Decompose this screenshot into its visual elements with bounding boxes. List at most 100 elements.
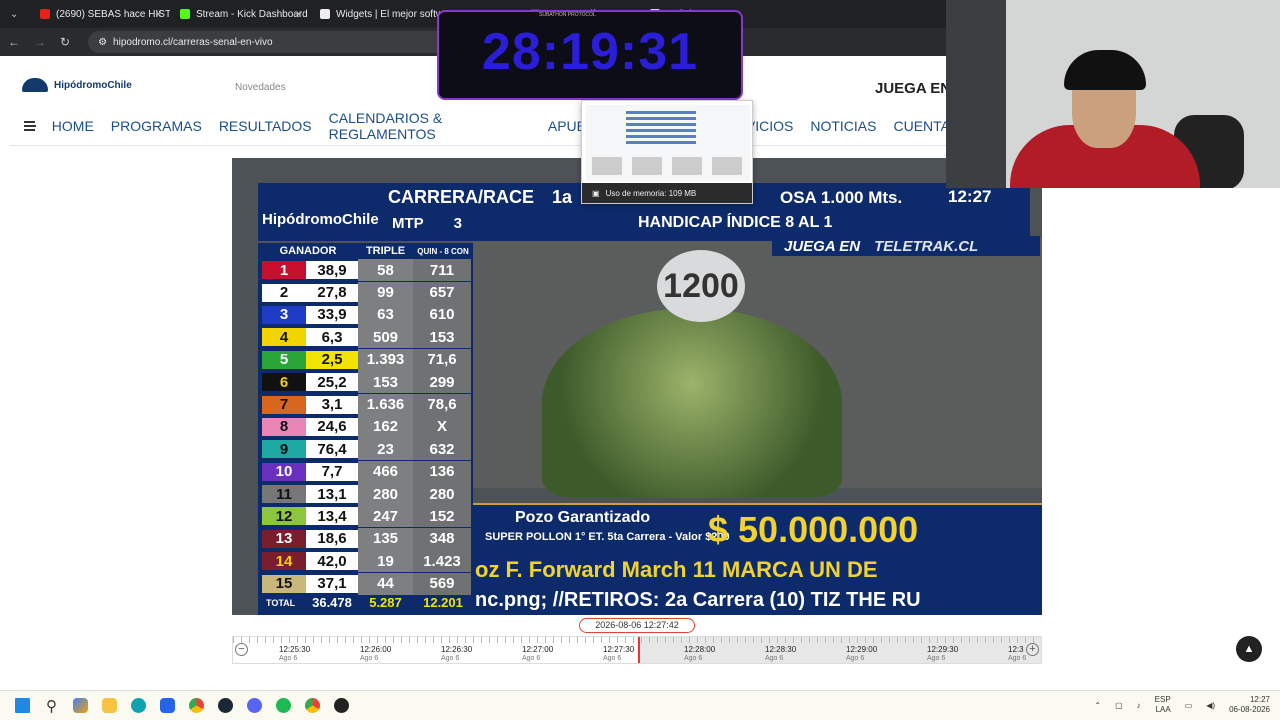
timeline-label: 12:29:30 Ago 6 <box>927 645 958 663</box>
close-tab-icon[interactable]: × <box>155 7 162 21</box>
lang-code: ESP <box>1154 695 1171 704</box>
tab-label: Stream - Kick Dashboard <box>196 8 308 20</box>
horse-number: 14 <box>262 552 306 571</box>
taskbar-clock[interactable]: 12:27 06-08-2026 <box>1229 695 1270 715</box>
site-info-icon[interactable]: ⚙ <box>98 37 107 48</box>
horse-number: 12 <box>262 507 306 526</box>
quinela-value: 610 <box>413 303 471 326</box>
reload-icon[interactable]: ↻ <box>60 35 70 49</box>
steam-icon[interactable] <box>211 696 240 716</box>
language-indicator[interactable]: ESP LAA <box>1155 695 1171 715</box>
menu-icon[interactable] <box>24 121 36 131</box>
chrome-icon[interactable] <box>182 696 211 716</box>
race-distance: OSA 1.000 Mts. <box>780 188 903 207</box>
nav-item-home[interactable]: HOME <box>52 118 94 134</box>
timeline-label: 12:27:00 Ago 6 <box>522 645 553 663</box>
clock-date: 06-08-2026 <box>1229 705 1270 714</box>
main-nav: HOME PROGRAMAS RESULTADOS CALENDARIOS & … <box>10 110 950 142</box>
total-quin: 12.201 <box>423 595 463 611</box>
race-label: CARRERA/RACE <box>388 187 535 207</box>
ganador-odds: 3,1 <box>306 395 358 414</box>
header-ganador: GANADOR <box>279 245 337 257</box>
forward-icon[interactable]: → <box>34 35 46 49</box>
back-icon[interactable]: ← <box>8 35 20 49</box>
memory-icon: ▣ <box>592 188 600 198</box>
playback-timeline[interactable]: − + 12:25:30 Ago 6 12:26:00 Ago 6 12:26:30 Ag… <box>232 636 1042 664</box>
timeline-label: 12:26:30 Ago 6 <box>441 645 472 663</box>
horse-number: 2 <box>262 283 306 302</box>
timeline-time: 12:26:30 <box>441 645 473 654</box>
quinela-value: 657 <box>413 281 471 304</box>
tab-list-icon[interactable]: ⌄ <box>10 9 18 20</box>
odds-row: 12 13,4 247 152 <box>258 505 473 528</box>
ganador-odds: 42,0 <box>306 552 358 571</box>
triple-value: 153 <box>358 371 413 394</box>
odds-row: 6 25,2 153 299 <box>258 371 473 394</box>
timeline-time: 12:28:30 <box>765 645 797 654</box>
thumb-text-block <box>592 157 742 175</box>
discord-icon[interactable] <box>240 696 269 716</box>
file-explorer-icon[interactable] <box>95 696 124 716</box>
total-label: TOTAL <box>266 597 296 608</box>
broadcast-logo: HipódromoChile <box>262 211 379 228</box>
quinela-value: 348 <box>413 527 471 550</box>
site-logo[interactable]: HipódromoChile <box>22 78 132 92</box>
odds-row: 11 13,1 280 280 <box>258 483 473 506</box>
copilot-icon[interactable] <box>66 696 95 716</box>
browser-tab[interactable]: Stream - Kick Dashboard × <box>170 0 310 28</box>
juega-en-banner[interactable]: JUEGA EN <box>875 80 951 97</box>
chrome-active-icon[interactable] <box>298 696 327 716</box>
triple-value: 135 <box>358 527 413 550</box>
horse-number: 6 <box>262 373 306 392</box>
tab-preview-popup: ▣ Uso de memoria: 109 MB <box>581 100 753 204</box>
ganador-odds: 18,6 <box>306 529 358 548</box>
odds-table: GANADOR TRIPLE QUIN - 8 CON 1 38,9 58 711 2 2… <box>258 243 473 615</box>
triple-value: 280 <box>358 483 413 506</box>
horse-number: 10 <box>262 462 306 481</box>
ganador-odds: 7,7 <box>306 462 358 481</box>
nav-item-calendarios[interactable]: CALENDARIOS & REGLAMENTOS <box>329 110 531 142</box>
odds-row: 4 6,3 509 153 <box>258 326 473 349</box>
timeline-label: 12:29:00 Ago 6 <box>846 645 877 663</box>
current-timestamp: 2026-08-06 12:27:42 <box>579 618 695 633</box>
spotify-icon[interactable] <box>269 696 298 716</box>
close-tab-icon[interactable]: × <box>295 7 302 21</box>
race-number: 1a <box>552 187 573 207</box>
search-icon[interactable]: ⚲ <box>37 696 66 716</box>
nav-item-cuenta[interactable]: CUENTA <box>893 118 950 134</box>
browser-tab[interactable]: ⌄ <box>0 0 30 28</box>
quinela-value: 1.423 <box>413 550 471 573</box>
live-video-player[interactable]: 1200 HipódromoChile CARRERA/RACE 1a OSA … <box>232 158 1042 615</box>
horse-number: 5 <box>262 350 306 369</box>
novedades-link[interactable]: Novedades <box>235 82 286 93</box>
zoom-out-icon[interactable]: − <box>235 643 248 656</box>
quinela-value: 299 <box>413 371 471 394</box>
timeline-date: Ago 6 <box>279 655 298 662</box>
url-field[interactable]: ⚙ hipodromo.cl/carreras-senal-en-vivo <box>88 31 449 53</box>
nav-item-resultados[interactable]: RESULTADOS <box>219 118 312 134</box>
nav-item-programas[interactable]: PROGRAMAS <box>111 118 202 134</box>
browser-tab[interactable]: (2690) SEBAS hace HISTO × <box>30 0 170 28</box>
edge-icon[interactable] <box>124 696 153 716</box>
ganador-odds: 25,2 <box>306 373 358 392</box>
race-time: 12:27 <box>948 187 992 206</box>
obs-icon[interactable] <box>327 696 356 716</box>
pozo-amount: $ 50.000.000 <box>708 509 919 550</box>
tab-favicon-icon <box>180 9 190 19</box>
microphone-icon[interactable]: ♪ <box>1137 701 1141 710</box>
zoom-in-icon[interactable]: + <box>1026 643 1039 656</box>
tray-chevron-icon[interactable]: ⌃ <box>1094 701 1101 710</box>
store-icon[interactable] <box>153 696 182 716</box>
network-icon[interactable]: ▭ <box>1185 701 1193 710</box>
horse-number: 1 <box>262 261 306 280</box>
scroll-top-button[interactable]: ▲ <box>1236 636 1262 662</box>
quinela-value: 280 <box>413 483 471 506</box>
tray-app-icon[interactable]: ▢ <box>1115 701 1123 710</box>
horse-number: 3 <box>262 305 306 324</box>
nav-item-noticias[interactable]: NOTICIAS <box>810 118 876 134</box>
ganador-odds: 37,1 <box>306 574 358 593</box>
start-icon[interactable] <box>8 696 37 716</box>
volume-icon[interactable]: ◀) <box>1206 701 1215 710</box>
totals-row: TOTAL 36.478 5.287 12.201 <box>258 595 473 611</box>
timeline-playhead[interactable] <box>638 637 640 663</box>
